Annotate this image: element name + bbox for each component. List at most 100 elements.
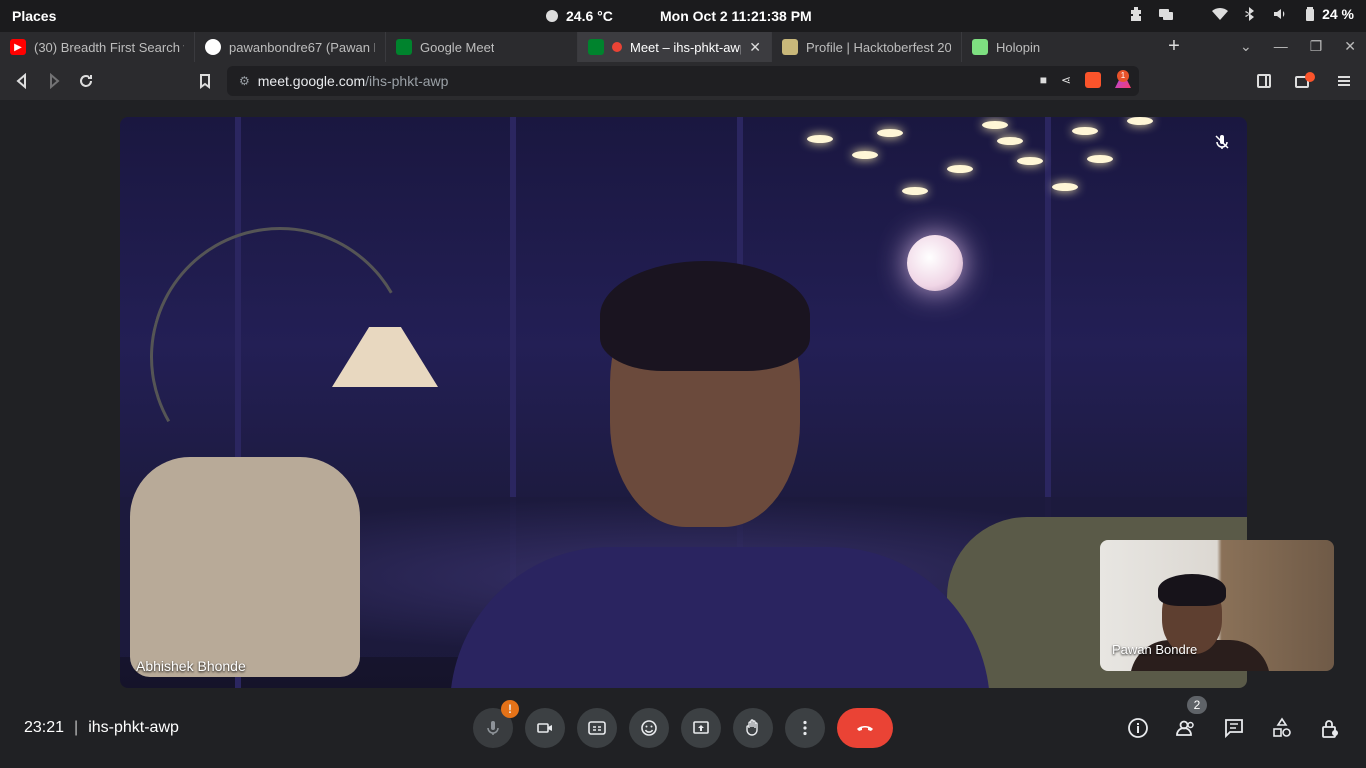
share-icon[interactable]: ⋖: [1061, 73, 1071, 87]
activities-icon: [1273, 717, 1291, 737]
site-info-icon[interactable]: ⚙: [239, 74, 250, 88]
meeting-code: ihs-phkt-awp: [88, 719, 179, 736]
mic-warning-badge: !: [501, 700, 519, 718]
meeting-control-bar: 23:21 | ihs-phkt-awp ! 2: [0, 690, 1366, 768]
meeting-time: 23:21: [24, 719, 65, 736]
participant-body: [450, 547, 990, 688]
extensions-icon[interactable]: [1128, 6, 1144, 22]
ceiling-lights: [807, 117, 1187, 227]
self-hair: [1158, 574, 1226, 606]
browser-toolbar: ⚙ meet.google.com/ihs-phkt-awp ■ ⋖ 1: [0, 62, 1366, 100]
present-icon: [693, 721, 709, 734]
people-button[interactable]: [1174, 716, 1198, 740]
github-icon: [205, 39, 221, 55]
tab-label: pawanbondre67 (Pawan Bo: [229, 39, 375, 55]
tab-hacktoberfest[interactable]: Profile | Hacktoberfest 202: [772, 32, 962, 62]
clock[interactable]: Mon Oct 2 11:21:38 PM: [660, 8, 812, 24]
participant-name: Abhishek Bhonde: [136, 658, 246, 674]
window-controls: ⌄ — ❐ ✕: [1240, 38, 1356, 55]
youtube-icon: ▶: [10, 39, 26, 55]
more-options-button[interactable]: [785, 708, 825, 748]
bookmark-icon[interactable]: [195, 71, 215, 91]
camera-in-use-icon[interactable]: ■: [1040, 73, 1047, 87]
camera-button[interactable]: [525, 708, 565, 748]
weather-icon: [546, 10, 558, 22]
participant-muted-icon: [1213, 133, 1231, 151]
wifi-icon[interactable]: [1212, 6, 1229, 22]
new-tab-button[interactable]: +: [1164, 36, 1184, 57]
tab-label: Google Meet: [420, 39, 495, 55]
system-top-bar: Places 24.6 °C Mon Oct 2 11:21:38 PM 24 …: [0, 0, 1366, 32]
weather-indicator[interactable]: 24.6 °C: [546, 8, 613, 24]
minimize-icon[interactable]: —: [1274, 38, 1288, 55]
meeting-info: 23:21 | ihs-phkt-awp: [24, 719, 179, 737]
reactions-button[interactable]: [629, 708, 669, 748]
captions-button[interactable]: [577, 708, 617, 748]
maximize-icon[interactable]: ❐: [1310, 38, 1323, 55]
tab-google-meet[interactable]: Google Meet: [386, 32, 578, 62]
tab-meet-active[interactable]: Meet – ihs-phkt-awp ✕: [578, 32, 772, 62]
tab-label: (30) Breadth First Search w: [34, 39, 184, 55]
battery-percent: 24 %: [1322, 6, 1354, 22]
present-screen-button[interactable]: [681, 708, 721, 748]
self-view-tile[interactable]: Pawan Bondre: [1100, 540, 1334, 671]
bluetooth-icon[interactable]: [1242, 6, 1258, 22]
tab-github[interactable]: pawanbondre67 (Pawan Bo: [195, 32, 386, 62]
meeting-details-button[interactable]: [1126, 716, 1150, 740]
tab-holopin[interactable]: Holopin: [962, 32, 1152, 62]
participant-figure: [450, 261, 990, 688]
brave-shields-icon[interactable]: [1085, 72, 1101, 88]
browser-tab-bar: ▶ (30) Breadth First Search w pawanbondr…: [0, 32, 1366, 62]
people-count-badge: 2: [1187, 696, 1207, 714]
participant-hair: [600, 261, 810, 371]
url-path: /ihs-phkt-awp: [365, 73, 449, 89]
system-tray: 24 %: [1128, 6, 1354, 22]
reload-icon[interactable]: [76, 71, 96, 91]
lock-person-icon: [1322, 720, 1338, 738]
chat-button[interactable]: [1222, 716, 1246, 740]
leave-call-button[interactable]: [837, 708, 893, 748]
captions-icon: [588, 721, 606, 735]
tab-youtube[interactable]: ▶ (30) Breadth First Search w: [0, 32, 195, 62]
tab-label: Meet – ihs-phkt-awp: [630, 39, 742, 55]
more-vert-icon: [803, 720, 807, 736]
armchair: [130, 457, 360, 677]
tab-label: Profile | Hacktoberfest 202: [806, 39, 951, 55]
close-tab-icon[interactable]: ✕: [749, 39, 761, 56]
recording-icon: [612, 42, 622, 52]
hacktoberfest-icon: [782, 39, 798, 55]
volume-icon[interactable]: [1272, 6, 1288, 22]
chat-icon: [1225, 719, 1243, 739]
menu-icon[interactable]: [1334, 71, 1354, 91]
emoji-icon: [641, 720, 657, 736]
hand-icon: [746, 719, 758, 736]
info-icon: [1128, 718, 1148, 738]
meet-icon: [396, 39, 412, 55]
close-window-icon[interactable]: ✕: [1344, 38, 1356, 55]
back-icon[interactable]: [12, 71, 32, 91]
holopin-icon: [972, 39, 988, 55]
places-menu[interactable]: Places: [12, 8, 56, 24]
main-video-tile[interactable]: Abhishek Bhonde: [120, 117, 1247, 688]
microphone-button[interactable]: !: [473, 700, 519, 748]
people-icon: [1176, 720, 1194, 736]
tab-search-icon[interactable]: ⌄: [1240, 38, 1252, 55]
hangup-icon: [857, 726, 873, 731]
activities-button[interactable]: [1270, 716, 1294, 740]
camera-icon: [537, 723, 552, 733]
battery-icon[interactable]: [1302, 6, 1318, 22]
meet-icon: [588, 39, 604, 55]
host-controls-button[interactable]: [1318, 716, 1342, 740]
self-name: Pawan Bondre: [1112, 642, 1198, 657]
microphone-icon: [487, 721, 499, 735]
tab-label: Holopin: [996, 39, 1041, 55]
temperature-label: 24.6 °C: [566, 8, 613, 24]
rewards-badge: 1: [1117, 70, 1129, 82]
screens-icon[interactable]: [1158, 6, 1174, 22]
url-bar[interactable]: ⚙ meet.google.com/ihs-phkt-awp ■ ⋖ 1: [227, 66, 1139, 96]
meeting-info-separator: |: [74, 719, 79, 736]
url-actions: ■ ⋖ 1: [1040, 70, 1131, 88]
sidebar-toggle-icon[interactable]: [1254, 71, 1274, 91]
raise-hand-button[interactable]: [733, 708, 773, 748]
forward-icon[interactable]: [44, 71, 64, 91]
